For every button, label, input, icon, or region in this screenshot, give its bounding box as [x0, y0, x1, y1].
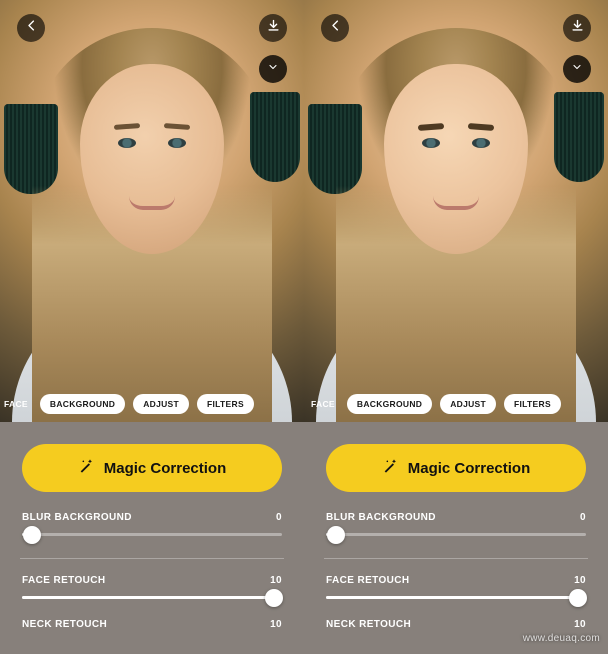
editor-pane-left: FACE BACKGROUND ADJUST FILTERS Magic Cor…	[0, 0, 304, 654]
slider-blur-background: BLUR BACKGROUND 0	[22, 512, 282, 536]
tab-background[interactable]: BACKGROUND	[347, 394, 432, 414]
back-button[interactable]	[321, 14, 349, 42]
slider-thumb[interactable]	[327, 526, 345, 544]
slider-label: BLUR BACKGROUND	[326, 512, 436, 523]
tab-filters[interactable]: FILTERS	[504, 394, 561, 414]
expand-button[interactable]	[563, 55, 591, 83]
download-icon	[266, 18, 281, 38]
magic-wand-icon	[78, 458, 94, 478]
slider-track[interactable]	[326, 596, 586, 599]
download-icon	[570, 18, 585, 38]
slider-value: 0	[276, 512, 282, 523]
slider-track[interactable]	[22, 533, 282, 536]
slider-label: FACE RETOUCH	[326, 575, 410, 586]
magic-correction-label: Magic Correction	[104, 460, 227, 477]
magic-correction-button[interactable]: Magic Correction	[326, 444, 586, 492]
tab-strip: FACE BACKGROUND ADJUST FILTERS	[0, 393, 304, 415]
tab-strip: FACE BACKGROUND ADJUST FILTERS	[304, 393, 608, 415]
download-button[interactable]	[563, 14, 591, 42]
slider-value: 0	[580, 512, 586, 523]
controls-panel: Magic Correction BLUR BACKGROUND 0 FACE …	[0, 422, 304, 654]
chevron-down-icon	[571, 60, 583, 78]
tab-face[interactable]: FACE	[307, 394, 339, 414]
divider	[20, 558, 284, 559]
slider-value: 10	[574, 575, 586, 586]
tab-filters[interactable]: FILTERS	[197, 394, 254, 414]
tab-adjust[interactable]: ADJUST	[440, 394, 496, 414]
slider-thumb[interactable]	[569, 589, 587, 607]
chevron-down-icon	[267, 60, 279, 78]
slider-neck-retouch: NECK RETOUCH 10	[22, 619, 282, 630]
slider-label: BLUR BACKGROUND	[22, 512, 132, 523]
slider-label: FACE RETOUCH	[22, 575, 106, 586]
magic-correction-button[interactable]: Magic Correction	[22, 444, 282, 492]
magic-wand-icon	[382, 458, 398, 478]
controls-panel: Magic Correction BLUR BACKGROUND 0 FACE …	[304, 422, 608, 654]
editor-pane-right: FACE BACKGROUND ADJUST FILTERS Magic Cor…	[304, 0, 608, 654]
slider-value: 10	[270, 619, 282, 630]
slider-thumb[interactable]	[265, 589, 283, 607]
magic-correction-label: Magic Correction	[408, 460, 531, 477]
back-icon	[24, 18, 39, 38]
divider	[324, 558, 588, 559]
slider-blur-background: BLUR BACKGROUND 0	[326, 512, 586, 536]
slider-value: 10	[574, 619, 586, 630]
slider-face-retouch: FACE RETOUCH 10	[22, 575, 282, 599]
download-button[interactable]	[259, 14, 287, 42]
slider-thumb[interactable]	[23, 526, 41, 544]
tab-face[interactable]: FACE	[0, 394, 32, 414]
slider-track[interactable]	[326, 533, 586, 536]
watermark: www.deuaq.com	[523, 633, 600, 644]
slider-face-retouch: FACE RETOUCH 10	[326, 575, 586, 599]
slider-label: NECK RETOUCH	[22, 619, 107, 630]
tab-background[interactable]: BACKGROUND	[40, 394, 125, 414]
back-button[interactable]	[17, 14, 45, 42]
slider-value: 10	[270, 575, 282, 586]
photo-preview	[0, 0, 304, 422]
slider-label: NECK RETOUCH	[326, 619, 411, 630]
slider-track[interactable]	[22, 596, 282, 599]
slider-neck-retouch: NECK RETOUCH 10	[326, 619, 586, 630]
photo-preview	[304, 0, 608, 422]
tab-adjust[interactable]: ADJUST	[133, 394, 189, 414]
expand-button[interactable]	[259, 55, 287, 83]
back-icon	[328, 18, 343, 38]
